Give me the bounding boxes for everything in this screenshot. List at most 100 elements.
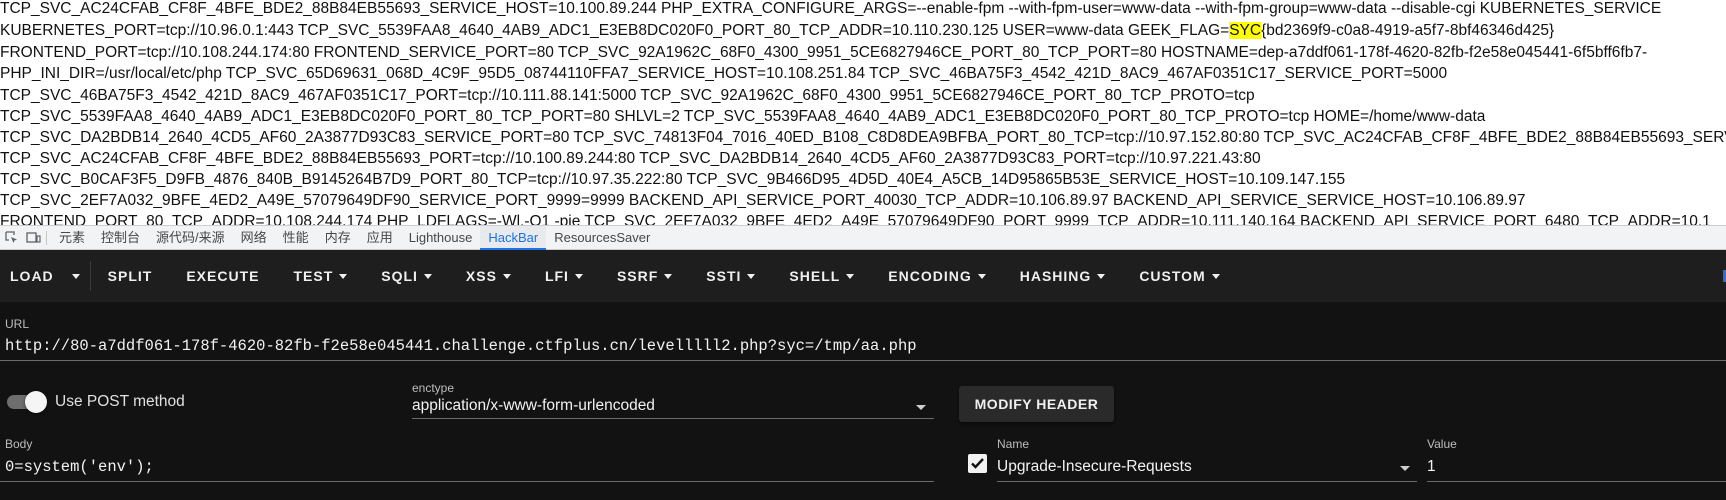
- env-line: FRONTEND_PORT=tcp://10.108.244.174:80 FR…: [0, 42, 1647, 64]
- header-enabled-checkbox[interactable]: [968, 454, 987, 473]
- devtools-tab[interactable]: 内存: [317, 226, 359, 250]
- env-line: FRONTEND_PORT_80_TCP_ADDR=10.108.244.174…: [0, 211, 1711, 225]
- body-underline: [0, 481, 934, 482]
- split-button[interactable]: SPLIT: [91, 250, 170, 302]
- xss-button-label: XSS: [465, 268, 497, 284]
- devtools-tab[interactable]: 元素: [51, 226, 93, 250]
- env-line: TCP_SVC_5539FAA8_4640_4AB9_ADC1_E3EB8DC0…: [0, 106, 1485, 128]
- load-options-button[interactable]: [62, 261, 91, 291]
- env-text: TCP_SVC_B0CAF3F5_D9FB_4876_840B_B9145264…: [0, 171, 1346, 188]
- chevron-down-icon: [339, 273, 348, 279]
- chevron-down-icon: [747, 273, 756, 279]
- env-line: TCP_SVC_2EF7A032_9BFE_4ED2_A49E_57079649…: [0, 190, 1526, 212]
- env-text: TCP_SVC_2EF7A032_9BFE_4ED2_A49E_57079649…: [0, 192, 1526, 209]
- ssti-button[interactable]: SSTI: [689, 250, 772, 302]
- env-line: TCP_SVC_B0CAF3F5_D9FB_4876_840B_B9145264…: [0, 169, 1345, 191]
- env-output-area: TCP_SVC_AC24CFAB_CF8F_4BFE_BDE2_88B84EB5…: [0, 0, 1726, 225]
- env-text: TCP_SVC_AC24CFAB_CF8F_4BFE_BDE2_88B84EB5…: [0, 150, 1261, 167]
- header-name-label: Name: [997, 437, 1030, 451]
- enctype-underline: [412, 418, 934, 419]
- hashing-button[interactable]: HASHING: [1003, 250, 1123, 302]
- modify-header-button[interactable]: MODIFY HEADER: [959, 386, 1114, 422]
- env-text: TCP_SVC_AC24CFAB_CF8F_4BFE_BDE2_88B84EB5…: [0, 0, 1662, 17]
- shell-button[interactable]: SHELL: [772, 250, 871, 302]
- modify-header-label: MODIFY HEADER: [974, 396, 1099, 412]
- header-value-input[interactable]: 1: [1427, 458, 1436, 476]
- lfi-button[interactable]: LFI: [528, 250, 600, 302]
- lfi-button-label: LFI: [544, 268, 569, 284]
- env-line: TCP_SVC_AC24CFAB_CF8F_4BFE_BDE2_88B84EB5…: [0, 0, 1661, 20]
- devtools-tab[interactable]: 性能: [275, 226, 317, 250]
- post-method-label: Use POST method: [55, 393, 185, 410]
- custom-button[interactable]: CUSTOM: [1122, 250, 1236, 302]
- device-toggle-icon[interactable]: [22, 226, 44, 250]
- body-input[interactable]: 0=system('env');: [5, 458, 154, 476]
- header-value-underline: [1427, 481, 1726, 482]
- enctype-label: enctype: [412, 381, 455, 395]
- highlighted-text: SYC: [1229, 22, 1262, 39]
- load-button[interactable]: LOAD: [0, 250, 62, 302]
- env-line: TCP_SVC_46BA75F3_4542_421D_8AC9_467AF035…: [0, 85, 1255, 107]
- chevron-down-icon: [1097, 273, 1106, 279]
- header-value-label: Value: [1427, 437, 1457, 451]
- hackbar-menu: SPLIT EXECUTE TEST SQLI XSS LFI SSRF SSTI SHELL E…: [91, 250, 1237, 302]
- hashing-button-label: HASHING: [1019, 268, 1092, 284]
- env-text: FRONTEND_PORT=tcp://10.108.244.174:80 FR…: [0, 44, 1648, 61]
- env-text: KUBERNETES_PORT=tcp://10.96.0.1:443 TCP_…: [0, 22, 1230, 39]
- ssrf-button[interactable]: SSRF: [600, 250, 689, 302]
- shell-button-label: SHELL: [789, 268, 841, 284]
- chevron-down-icon: [977, 273, 986, 279]
- toggle-knob: [25, 391, 47, 413]
- test-button[interactable]: TEST: [276, 250, 364, 302]
- post-method-toggle[interactable]: [7, 391, 47, 413]
- check-icon: [971, 458, 984, 469]
- ssti-button-label: SSTI: [706, 268, 742, 284]
- env-line: PHP_INI_DIR=/usr/local/etc/php TCP_SVC_6…: [0, 63, 1447, 85]
- chevron-down-icon: [502, 273, 511, 279]
- chevron-down-icon: [1211, 273, 1220, 279]
- body-label: Body: [5, 437, 33, 451]
- devtools-tab[interactable]: 网络: [233, 226, 275, 250]
- tab-lighthouse[interactable]: Lighthouse: [401, 226, 481, 250]
- encoding-button[interactable]: ENCODING: [871, 250, 1002, 302]
- execute-button-label: EXECUTE: [186, 268, 260, 284]
- env-text: TCP_SVC_DA2BDB14_2640_4CD5_AF60_2A3877D9…: [0, 129, 1726, 146]
- chevron-down-icon: [846, 273, 855, 279]
- custom-button-label: CUSTOM: [1139, 268, 1206, 284]
- url-label: URL: [5, 317, 30, 331]
- test-button-label: TEST: [293, 268, 334, 284]
- header-name-underline: [997, 481, 1417, 482]
- tab-divider: [46, 230, 47, 245]
- url-input[interactable]: http://80-a7ddf061-178f-4620-82fb-f2e58e…: [5, 337, 917, 355]
- env-text: {bd2369f9-c0a8-4919-a5f7-8bf46346d425}: [1261, 22, 1555, 39]
- devtools-tabs: 元素 控制台 源代码/来源 网络 性能 内存 应用 Lighthouse HackBar Reso…: [51, 225, 658, 250]
- chevron-down-icon: [71, 273, 80, 279]
- chevron-down-icon: [574, 273, 583, 279]
- execute-button[interactable]: EXECUTE: [169, 250, 276, 302]
- url-underline: [0, 360, 1726, 361]
- tab-resourcessaver[interactable]: ResourcesSaver: [546, 226, 658, 250]
- inspect-icon[interactable]: [0, 226, 22, 250]
- devtools-tab[interactable]: 源代码/来源: [148, 226, 233, 250]
- chevron-down-icon[interactable]: [916, 405, 926, 410]
- chevron-down-icon[interactable]: [1400, 466, 1410, 471]
- encoding-button-label: ENCODING: [888, 268, 972, 284]
- enctype-select[interactable]: application/x-www-form-urlencoded: [412, 397, 655, 415]
- env-text: TCP_SVC_5539FAA8_4640_4AB9_ADC1_E3EB8DC0…: [0, 108, 1486, 125]
- devtools-tab[interactable]: 控制台: [93, 226, 148, 250]
- env-line: KUBERNETES_PORT=tcp://10.96.0.1:443 TCP_…: [0, 20, 1554, 42]
- ssrf-button-label: SSRF: [616, 268, 659, 284]
- split-button-label: SPLIT: [107, 268, 153, 284]
- env-text: PHP_INI_DIR=/usr/local/etc/php TCP_SVC_6…: [0, 65, 1448, 82]
- hackbar-panel: LOAD SPLIT EXECUTE TEST SQLI XSS LFI SSRF SSTI S…: [0, 250, 1726, 500]
- load-button-label: LOAD: [10, 268, 54, 284]
- sqli-button-label: SQLI: [381, 268, 418, 284]
- header-name-input[interactable]: Upgrade-Insecure-Requests: [997, 458, 1192, 476]
- sqli-button[interactable]: SQLI: [364, 250, 449, 302]
- chevron-down-icon: [423, 273, 432, 279]
- env-text: FRONTEND_PORT_80_TCP_ADDR=10.108.244.174…: [0, 213, 1711, 225]
- xss-button[interactable]: XSS: [449, 250, 528, 302]
- devtools-tab[interactable]: 应用: [359, 226, 401, 250]
- env-line: TCP_SVC_DA2BDB14_2640_4CD5_AF60_2A3877D9…: [0, 127, 1726, 149]
- tab-hackbar[interactable]: HackBar: [480, 225, 547, 250]
